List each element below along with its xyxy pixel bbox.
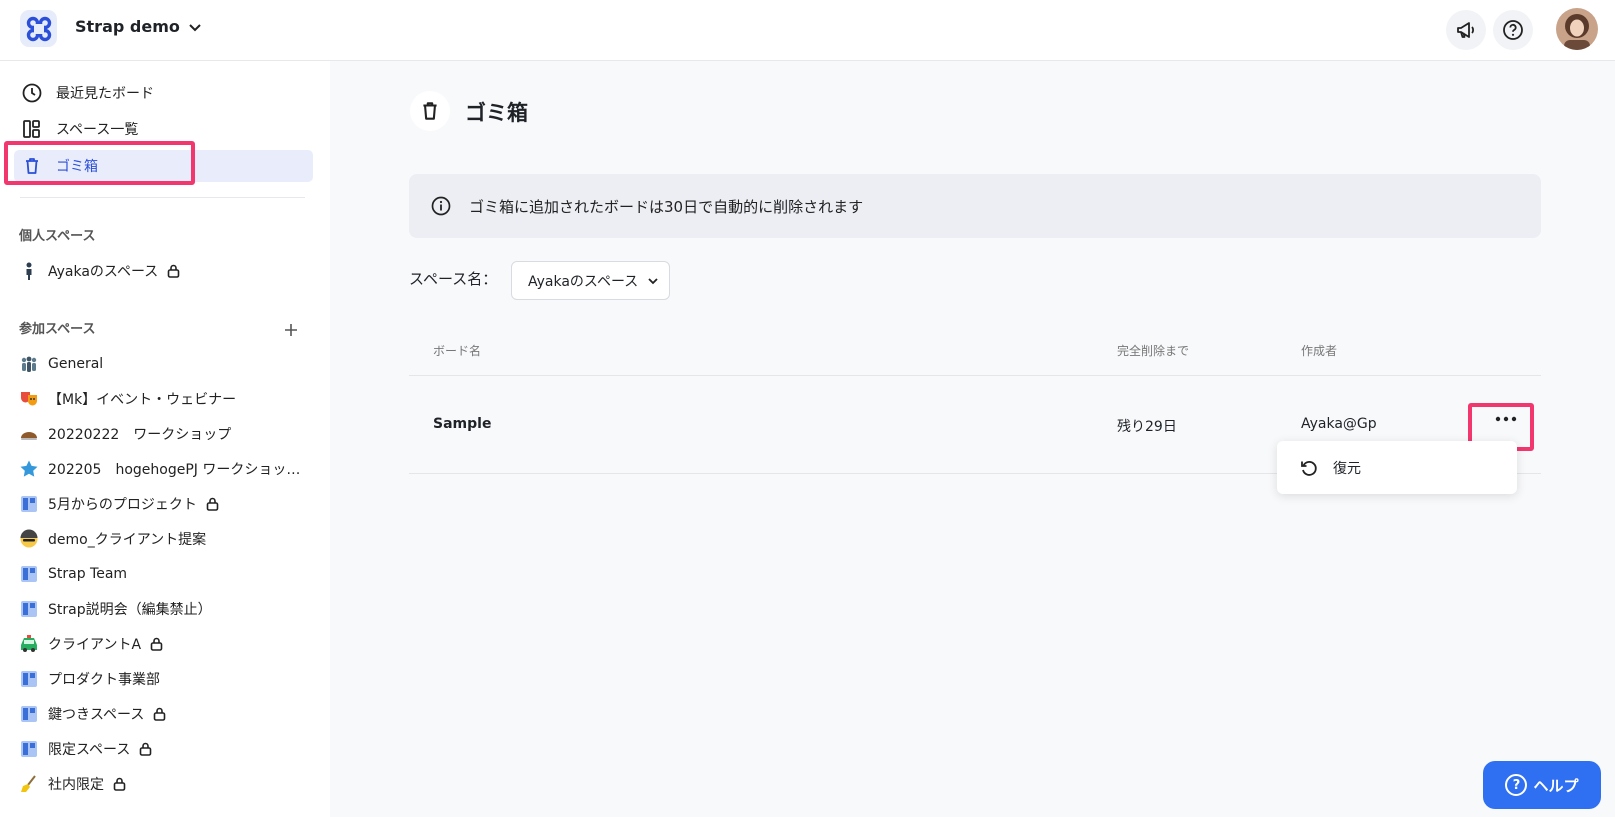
- nav-label: 最近見たボード: [56, 86, 154, 102]
- main-content: ゴミ箱 ゴミ箱に追加されたボードは30日で自動的に削除されます スペース名： A…: [330, 61, 1615, 817]
- column-header-author: 作成者: [1301, 344, 1338, 358]
- people-icon: [19, 354, 39, 374]
- page-title-icon-wrap: [410, 91, 450, 131]
- chevron-down-icon: [648, 278, 658, 285]
- space-label: 社内限定: [48, 777, 104, 793]
- workspace-name: Strap demo: [75, 17, 180, 36]
- space-item[interactable]: 202205 hogehogePJ ワークショップ…: [19, 457, 308, 481]
- app-logo-icon: [26, 16, 51, 41]
- space-filter-label: スペース名：: [409, 270, 498, 288]
- space-item[interactable]: 限定スペース: [19, 737, 152, 761]
- board-icon: [19, 739, 39, 759]
- help-button[interactable]: ? ヘルプ: [1483, 761, 1601, 809]
- announcements-button[interactable]: [1446, 10, 1486, 50]
- row-remaining: 残り29日: [1117, 419, 1177, 435]
- layout-icon: [23, 120, 40, 138]
- question-circle-icon: [1503, 20, 1523, 40]
- column-header-board-name: ボード名: [433, 344, 482, 358]
- add-space-icon[interactable]: [284, 323, 298, 337]
- masks-icon: [19, 389, 39, 409]
- space-label: 20220222 ワークショップ: [48, 427, 232, 443]
- board-icon: [19, 704, 39, 724]
- lock-icon: [167, 264, 180, 278]
- restore-icon: [1301, 460, 1317, 476]
- lock-icon: [140, 742, 152, 756]
- board-icon: [19, 669, 39, 689]
- space-label: Strap Team: [48, 566, 128, 582]
- highlight-box: [4, 141, 195, 185]
- space-item[interactable]: General: [19, 352, 103, 376]
- workspace-switcher[interactable]: Strap demo: [75, 17, 202, 36]
- nav-space-list[interactable]: スペース一覧: [22, 114, 138, 144]
- lock-icon: [113, 777, 126, 791]
- board-icon: [19, 494, 39, 514]
- space-label: 5月からのプロジェクト: [48, 497, 197, 513]
- avatar-image: [1556, 8, 1598, 50]
- nav-recent-boards[interactable]: 最近見たボード: [22, 78, 154, 108]
- table-divider: [409, 375, 1541, 376]
- space-label: プロダクト事業部: [48, 672, 160, 688]
- info-banner: ゴミ箱に追加されたボードは30日で自動的に削除されます: [409, 174, 1541, 238]
- space-item[interactable]: Strap説明会（編集禁止）: [19, 597, 212, 621]
- column-header-remaining: 完全削除まで: [1117, 344, 1190, 358]
- space-item[interactable]: demo_クライアント提案: [19, 527, 206, 551]
- space-filter-value: Ayakaのスペース: [528, 273, 639, 290]
- top-bar: Strap demo: [0, 0, 1615, 61]
- space-item[interactable]: 5月からのプロジェクト: [19, 492, 219, 516]
- space-filter-select[interactable]: Ayakaのスペース: [511, 261, 670, 300]
- info-icon: [431, 196, 451, 216]
- person-icon: [19, 261, 39, 281]
- space-label: 限定スペース: [48, 742, 131, 758]
- board-icon: [19, 599, 39, 619]
- face-icon: [19, 529, 39, 549]
- question-icon: ?: [1505, 774, 1528, 796]
- clock-icon: [22, 83, 42, 103]
- space-label: クライアントA: [48, 637, 142, 653]
- sidebar: 最近見たボード スペース一覧 ゴミ箱 個人スペース Ayakaのスペース 参加ス…: [0, 61, 330, 817]
- help-label: ヘルプ: [1533, 776, 1579, 795]
- help-center-button[interactable]: [1493, 10, 1533, 50]
- space-item[interactable]: クライアントA: [19, 632, 163, 656]
- personal-section-title: 個人スペース: [19, 229, 96, 244]
- chevron-down-icon: [189, 23, 201, 31]
- broom-icon: [19, 774, 39, 794]
- user-avatar[interactable]: [1556, 8, 1598, 50]
- space-item[interactable]: Strap Team: [19, 562, 127, 586]
- space-item-personal[interactable]: Ayakaのスペース: [19, 259, 180, 283]
- lock-icon: [150, 637, 163, 651]
- space-item[interactable]: 20220222 ワークショップ: [19, 422, 231, 446]
- joined-section-title: 参加スペース: [19, 322, 96, 337]
- restore-menu-item[interactable]: 復元: [1277, 441, 1517, 494]
- lock-icon: [154, 707, 166, 721]
- space-item[interactable]: 鍵つきスペース: [19, 702, 166, 726]
- space-label: 202205 hogehogePJ ワークショップ…: [48, 462, 308, 478]
- food-icon: [19, 424, 39, 444]
- lock-icon: [206, 497, 219, 511]
- trash-icon: [423, 102, 437, 120]
- board-icon: [19, 564, 39, 584]
- space-label: 鍵つきスペース: [48, 707, 145, 723]
- restore-label: 復元: [1333, 460, 1361, 477]
- space-item[interactable]: プロダクト事業部: [19, 667, 160, 691]
- row-author: Ayaka@Gp: [1301, 416, 1377, 432]
- car-icon: [19, 634, 39, 654]
- space-label: demo_クライアント提案: [48, 532, 207, 548]
- app-logo[interactable]: [20, 10, 57, 47]
- megaphone-icon: [1457, 22, 1475, 38]
- space-item[interactable]: 社内限定: [19, 772, 126, 796]
- nav-label: スペース一覧: [56, 122, 139, 138]
- sidebar-divider: [20, 197, 305, 198]
- space-label: 【Mk】イベント・ウェビナー: [48, 392, 237, 408]
- star-icon: [19, 459, 39, 479]
- space-label: Ayakaのスペース: [48, 264, 159, 280]
- space-label: Strap説明会（編集禁止）: [48, 602, 212, 618]
- space-item[interactable]: 【Mk】イベント・ウェビナー: [19, 387, 236, 411]
- row-board-name[interactable]: Sample: [433, 416, 491, 432]
- info-text: ゴミ箱に追加されたボードは30日で自動的に削除されます: [469, 197, 864, 216]
- page-title: ゴミ箱: [465, 101, 528, 125]
- space-label: General: [48, 356, 104, 372]
